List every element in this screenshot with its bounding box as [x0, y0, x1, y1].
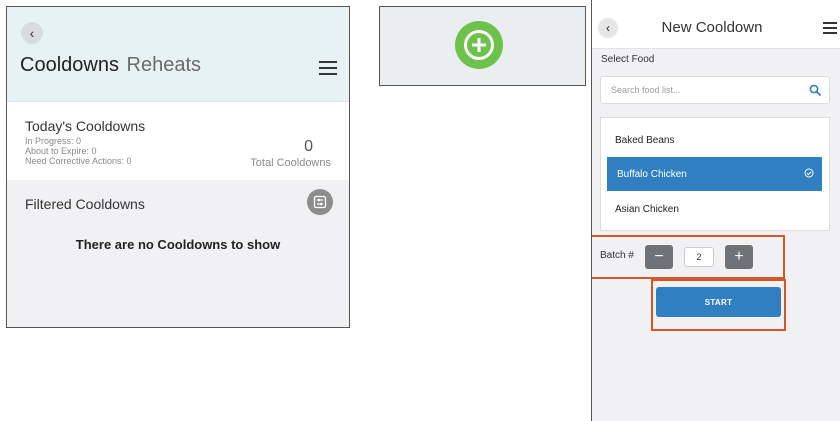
total-cooldowns-value: 0 — [304, 138, 313, 155]
page-title: New Cooldown — [661, 19, 763, 36]
list-item-selected[interactable]: Buffalo Chicken — [607, 157, 822, 191]
start-button[interactable]: START — [656, 287, 781, 317]
plus-circle-icon — [464, 30, 494, 60]
decrement-button[interactable]: − — [645, 245, 673, 269]
food-list: Baked Beans Buffalo Chicken Asian Chicke… — [600, 117, 830, 231]
select-food-label: Select Food — [601, 54, 655, 65]
add-cooldown-button[interactable] — [455, 21, 503, 69]
search-input[interactable] — [611, 85, 791, 95]
empty-state-message: There are no Cooldowns to show — [75, 237, 281, 252]
filter-icon — [313, 195, 327, 209]
list-item[interactable]: Baked Beans — [601, 124, 829, 157]
food-label: Asian Chicken — [615, 204, 679, 215]
plus-icon: + — [734, 248, 744, 265]
in-progress-count: In Progress: 0 — [25, 136, 82, 146]
total-cooldowns-label: Total Cooldowns — [250, 157, 331, 169]
batch-number-input[interactable] — [684, 247, 714, 267]
filter-button[interactable] — [307, 189, 333, 215]
cooldowns-header: ‹ Cooldowns Reheats — [7, 7, 349, 101]
new-cooldown-header: ‹ New Cooldown — [592, 0, 840, 49]
todays-cooldowns-card: Today's Cooldowns In Progress: 0 About t… — [7, 101, 349, 180]
increment-button[interactable]: + — [725, 245, 753, 269]
food-label: Buffalo Chicken — [617, 169, 687, 180]
corrective-actions-count: Need Corrective Actions: 0 — [25, 156, 132, 166]
todays-cooldowns-heading: Today's Cooldowns — [25, 118, 146, 134]
chevron-left-icon: ‹ — [29, 25, 35, 41]
tab-reheats[interactable]: Reheats — [127, 54, 202, 76]
food-label: Baked Beans — [615, 135, 675, 146]
page-title: Cooldowns Reheats — [20, 54, 201, 77]
cooldowns-screen: ‹ Cooldowns Reheats Today's Cooldowns In… — [6, 6, 350, 328]
about-to-expire-count: About to Expire: 0 — [25, 146, 97, 156]
batch-label: Batch # — [600, 250, 634, 261]
tab-cooldowns[interactable]: Cooldowns — [20, 54, 119, 76]
list-item[interactable]: Asian Chicken — [601, 193, 829, 226]
back-button[interactable]: ‹ — [21, 22, 43, 44]
minus-icon: − — [654, 248, 664, 265]
check-circle-icon — [804, 168, 814, 181]
add-cooldown-panel — [379, 6, 586, 86]
hamburger-menu-icon[interactable] — [823, 22, 837, 37]
search-icon[interactable] — [809, 83, 821, 101]
filtered-cooldowns-heading: Filtered Cooldowns — [25, 196, 145, 212]
food-search-box — [600, 76, 830, 104]
hamburger-menu-icon[interactable] — [319, 61, 337, 79]
new-cooldown-screen: ‹ New Cooldown Select Food Baked Beans B… — [591, 0, 840, 421]
